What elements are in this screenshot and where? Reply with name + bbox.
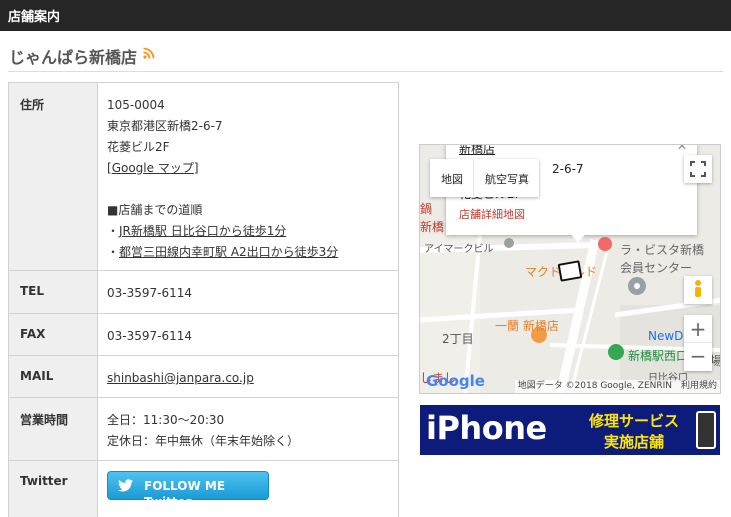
iphone-repair-banner[interactable]: iPhone 修理サービス 実施店舗 (420, 405, 720, 455)
popup-detail-link[interactable]: 店舗詳細地図 (459, 206, 525, 222)
google-map-link[interactable]: Google マップ (112, 161, 194, 175)
tel-value: 03-3597-6114 (97, 270, 399, 314)
phone-icon (696, 411, 716, 449)
map-label-ichiran: 一蘭 新橋店 (495, 319, 559, 333)
fullscreen-icon (690, 161, 706, 177)
zoom-out-button[interactable]: − (684, 343, 712, 371)
popup-title: 新橋店 (459, 144, 496, 156)
tab-satellite[interactable]: 航空写真 (473, 159, 539, 197)
map-attribution[interactable]: 地図データ ©2018 Google, ZENRIN 利用規約 (514, 380, 720, 393)
popup-tail (570, 233, 586, 243)
address-cell: 105-0004 東京都港区新橋2-6-7 花菱ビル2F [Google マップ… (97, 82, 399, 271)
pegman-icon (695, 280, 701, 297)
tel-label: TEL (8, 270, 98, 314)
section-title: 店舗案内 (8, 10, 61, 25)
closed-days: 定休日：年中無休（年末年始除く） (107, 434, 300, 448)
zoom-controls: + − (684, 315, 712, 371)
banner-iphone-text: iPhone (426, 409, 547, 447)
store-info-table: 住所 105-0004 東京都港区新橋2-6-7 花菱ビル2F [Google … (8, 82, 399, 517)
twitter-button-label: FOLLOW ME Twitter (144, 479, 226, 509)
zoom-in-button[interactable]: + (684, 315, 712, 343)
twitter-label: Twitter (8, 460, 98, 517)
mail-link[interactable]: shinbashi@janpara.co.jp (107, 371, 254, 385)
route-mita: ・都営三田線内幸町駅 A2出口から徒歩3分 (107, 245, 339, 259)
google-logo: Google (426, 372, 485, 390)
map-label-2chome: 2丁目 (442, 332, 474, 346)
address-line: 東京都港区新橋2-6-7 (107, 119, 223, 133)
map-label-member-center: 会員センター (620, 261, 693, 275)
google-map[interactable]: 鍋 新橋 アイマークビル ラ・ビスタ新橋 会員センター マクドナルド 一蘭 新橋… (419, 144, 721, 394)
google-map-link-row: [Google マップ] (107, 161, 199, 175)
mail-label: MAIL (8, 355, 98, 398)
hours-value: 全日：11:30～20:30 (107, 413, 225, 427)
map-label-shinbashi: 新橋 (420, 220, 445, 234)
building-line: 花菱ビル2F (107, 140, 170, 154)
postal-code: 105-0004 (107, 98, 165, 112)
close-icon[interactable]: ✕ (677, 145, 687, 153)
route-jr: ・JR新橋駅 日比谷口から徒歩1分 (107, 224, 287, 238)
store-marker-icon[interactable] (557, 260, 583, 282)
route-jr-link[interactable]: JR新橋駅 日比谷口から徒歩1分 (119, 224, 286, 238)
popup-address: 2-6-7 (552, 162, 584, 176)
map-label-lavista: ラ・ビスタ新橋 (620, 243, 705, 257)
map-label-west-exit: 新橋駅西口 (628, 349, 689, 363)
hours-label: 営業時間 (8, 397, 98, 461)
section-header-bar: 店舗案内 (0, 0, 731, 31)
rss-icon[interactable] (142, 47, 155, 60)
banner-line1: 修理サービス (588, 412, 679, 430)
shop-name-heading: じゃんぱら新橋店 (9, 48, 138, 67)
banner-line2: 実施店舗 (603, 433, 664, 451)
map-label-nabe: 鍋 (420, 202, 433, 216)
twitter-bird-icon (118, 479, 133, 492)
fax-label: FAX (8, 313, 98, 356)
address-label: 住所 (8, 82, 98, 271)
twitter-follow-button[interactable]: FOLLOW ME Twitter (107, 471, 269, 509)
street-view-button[interactable] (684, 276, 712, 304)
map-label-newdays: NewD (648, 329, 684, 343)
tab-map[interactable]: 地図 (430, 159, 473, 197)
route-mita-link[interactable]: 都営三田線内幸町駅 A2出口から徒歩3分 (119, 245, 338, 259)
map-type-tabs: 地図 航空写真 (430, 159, 539, 197)
map-label-imark: アイマークビル (424, 244, 494, 255)
fullscreen-button[interactable] (684, 155, 712, 183)
title-divider (8, 71, 723, 72)
directions-heading: ■店舗までの道順 (107, 203, 203, 217)
fax-value: 03-3597-6114 (97, 313, 399, 356)
